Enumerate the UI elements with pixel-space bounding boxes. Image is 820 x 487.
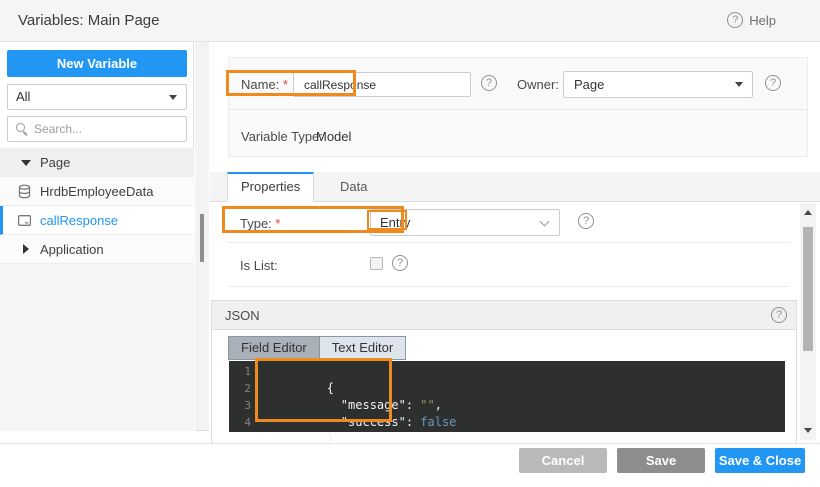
tree-item-callresponse[interactable]: callResponse <box>0 206 194 235</box>
type-selected-value: Entry <box>380 215 410 230</box>
page-title: Variables: Main Page <box>18 12 159 29</box>
type-property-row: Type: * Entry ? <box>228 203 790 243</box>
line-number: 1 <box>229 363 251 380</box>
json-help-icon[interactable]: ? <box>771 307 787 323</box>
owner-help-icon[interactable]: ? <box>765 75 781 91</box>
search-icon <box>16 123 25 132</box>
code-line: 4 } <box>229 414 785 431</box>
save-button[interactable]: Save <box>617 448 705 473</box>
fold-caret-icon[interactable]: ▾ <box>251 363 261 380</box>
scroll-up-icon[interactable] <box>804 210 812 215</box>
json-section-header: JSON ? <box>212 301 796 330</box>
is-list-label: Is List: <box>240 258 278 273</box>
tab-data[interactable]: Data <box>330 172 377 202</box>
model-variable-icon <box>17 213 32 228</box>
variable-type-label: Variable Type: <box>241 129 323 144</box>
filter-selected-value: All <box>16 89 30 104</box>
owner-label: Owner: * <box>517 77 568 92</box>
caret-right-icon <box>23 244 29 254</box>
help-button[interactable]: ? Help <box>727 12 776 28</box>
sidebar-scrollbar-thumb[interactable] <box>200 214 204 262</box>
panel-divider <box>229 109 807 110</box>
sidebar-scrollbar[interactable] <box>195 42 209 431</box>
owner-selected-value: Page <box>574 77 604 92</box>
json-section: JSON ? Field Editor Text Editor 1 ▾ { 2 … <box>211 300 797 443</box>
required-marker: * <box>275 216 280 231</box>
tree-item-hrdbemployeedata[interactable]: HrdbEmployeeData <box>0 177 194 206</box>
tree-group-application[interactable]: Application <box>0 235 194 264</box>
database-icon <box>17 184 32 199</box>
help-label: Help <box>749 13 776 28</box>
line-number: 2 <box>229 380 251 397</box>
caret-down-icon <box>21 160 31 166</box>
dropdown-caret-icon <box>735 82 743 87</box>
type-select[interactable]: Entry <box>370 209 560 236</box>
json-section-title: JSON <box>225 308 260 323</box>
tree-group-page[interactable]: Page <box>0 148 194 177</box>
help-icon: ? <box>727 12 743 28</box>
title-bar: Variables: Main Page ? Help <box>0 0 820 42</box>
search-box <box>7 116 187 142</box>
type-label: Type: * <box>240 216 280 231</box>
tree-group-label: Application <box>40 235 104 264</box>
main-scrollbar-thumb[interactable] <box>803 227 813 351</box>
name-help-icon[interactable]: ? <box>481 75 497 91</box>
variable-type-value: Model <box>316 129 351 144</box>
is-list-help-icon[interactable]: ? <box>392 255 408 271</box>
line-number: 4 <box>229 414 251 431</box>
name-label: Name: * <box>241 77 288 92</box>
new-variable-button[interactable]: New Variable <box>7 50 187 77</box>
chevron-down-icon <box>540 217 550 227</box>
code-line: 1 ▾ { <box>229 363 785 380</box>
type-help-icon[interactable]: ? <box>578 213 594 229</box>
code-line: 2 "message": "", <box>229 380 785 397</box>
footer-divider <box>0 443 820 444</box>
required-marker: * <box>283 77 288 92</box>
code-line: 3 "success": false <box>229 397 785 414</box>
tab-properties[interactable]: Properties <box>227 172 314 202</box>
line-number: 3 <box>229 397 251 414</box>
variable-summary-panel: Name: * ? Owner: * Page ? Variable Type:… <box>228 57 808 157</box>
text-editor-button[interactable]: Text Editor <box>319 337 405 359</box>
tree-empty-area <box>0 264 194 431</box>
search-input[interactable] <box>34 118 184 140</box>
variable-filter-select[interactable]: All <box>7 84 187 110</box>
variables-sidebar: New Variable All Page HrdbEmployeeData c… <box>0 42 194 431</box>
tree-item-label: HrdbEmployeeData <box>40 177 153 206</box>
tree-group-label: Page <box>40 148 70 177</box>
editor-mode-toggle: Field Editor Text Editor <box>228 336 406 360</box>
main-scrollbar[interactable] <box>800 203 816 440</box>
dropdown-caret-icon <box>169 95 177 100</box>
is-list-checkbox[interactable] <box>370 257 383 270</box>
name-input[interactable] <box>293 72 471 97</box>
field-editor-button[interactable]: Field Editor <box>229 337 319 359</box>
json-code-editor[interactable]: 1 ▾ { 2 "message": "", 3 "success": fals… <box>229 361 785 432</box>
cancel-button[interactable]: Cancel <box>519 448 607 473</box>
scroll-down-icon[interactable] <box>804 428 812 433</box>
tree-item-label: callResponse <box>40 206 118 235</box>
tab-bar: Properties Data <box>210 172 820 202</box>
save-and-close-button[interactable]: Save & Close <box>715 448 805 473</box>
is-list-property-row: Is List: ? <box>228 243 790 287</box>
owner-select[interactable]: Page <box>563 71 753 98</box>
